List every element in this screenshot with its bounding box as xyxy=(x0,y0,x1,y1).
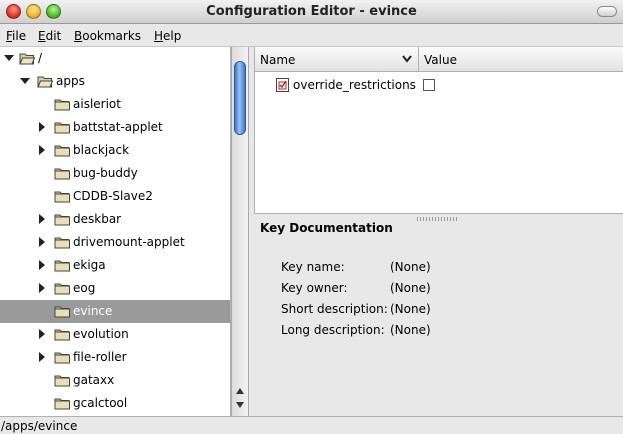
tree-row[interactable]: evince xyxy=(0,300,230,323)
tree-row[interactable]: eog xyxy=(0,277,230,300)
tree-scrollbar[interactable] xyxy=(231,47,249,416)
tree-label: blackjack xyxy=(73,143,130,157)
expanded-arrow-icon[interactable] xyxy=(4,53,14,63)
tree-row[interactable]: drivemount-applet xyxy=(0,231,230,254)
collapsed-arrow-icon[interactable] xyxy=(37,283,47,293)
tree-label: evince xyxy=(73,304,113,318)
column-header-name[interactable]: Name xyxy=(255,47,419,72)
key-name-label: override_restrictions xyxy=(293,78,416,92)
status-bar: /apps/evince xyxy=(0,416,623,434)
key-tree[interactable]: / apps aisleriot battstat-applet blackjack… xyxy=(0,47,231,416)
doc-key-owner-value: (None) xyxy=(390,281,431,295)
tree-label: aisleriot xyxy=(73,97,121,111)
folder-icon xyxy=(54,121,70,134)
doc-key-name-label: Key name: xyxy=(281,260,345,274)
tree-label: / xyxy=(38,51,43,65)
tree-label: eog xyxy=(73,281,96,295)
tree-row[interactable]: ekiga xyxy=(0,254,230,277)
key-documentation-heading: Key Documentation xyxy=(260,221,393,235)
tree-row-root[interactable]: / xyxy=(0,47,230,70)
menu-help[interactable]: Help xyxy=(154,29,181,43)
doc-key-name-value: (None) xyxy=(390,260,431,274)
open-folder-icon xyxy=(37,75,54,88)
tree-label: gataxx xyxy=(73,373,115,387)
collapsed-arrow-icon[interactable] xyxy=(37,329,47,339)
list-row[interactable]: override_restrictions xyxy=(255,74,623,96)
key-boolean-icon xyxy=(276,78,289,92)
collapsed-arrow-icon[interactable] xyxy=(37,352,47,362)
doc-short-description-label: Short description: xyxy=(281,302,388,316)
collapsed-arrow-icon[interactable] xyxy=(37,214,47,224)
doc-long-description-label: Long description: xyxy=(281,323,385,337)
tree-row[interactable]: blackjack xyxy=(0,139,230,162)
menu-bookmarks[interactable]: Bookmarks xyxy=(74,29,141,43)
tree-label: gcalctool xyxy=(73,396,128,410)
expanded-arrow-icon[interactable] xyxy=(20,76,30,86)
menu-edit[interactable]: Edit xyxy=(38,29,61,43)
tree-label: deskbar xyxy=(73,212,122,226)
folder-icon xyxy=(54,397,70,410)
scroll-down-arrow-icon[interactable] xyxy=(235,400,245,410)
menu-bar: File Edit Bookmarks Help xyxy=(0,25,623,47)
collapsed-arrow-icon[interactable] xyxy=(37,145,47,155)
scrollbar-thumb[interactable] xyxy=(234,61,246,135)
tree-label: bug-buddy xyxy=(73,166,138,180)
tree-label: apps xyxy=(56,74,85,88)
tree-row[interactable]: bug-buddy xyxy=(0,162,230,185)
menu-file[interactable]: File xyxy=(6,29,26,43)
tree-label: ekiga xyxy=(73,258,106,272)
tree-row[interactable]: file-roller xyxy=(0,346,230,369)
tree-row-apps[interactable]: apps xyxy=(0,70,230,93)
open-folder-icon xyxy=(19,52,36,65)
folder-icon xyxy=(54,328,70,341)
tree-label: file-roller xyxy=(73,350,127,364)
tree-label: drivemount-applet xyxy=(73,235,185,249)
tree-row[interactable]: gcalctool xyxy=(0,392,230,415)
folder-icon xyxy=(54,259,70,272)
collapsed-arrow-icon[interactable] xyxy=(37,260,47,270)
scroll-up-arrow-icon[interactable] xyxy=(235,386,245,396)
tree-row[interactable]: deskbar xyxy=(0,208,230,231)
tree-label: battstat-applet xyxy=(73,120,163,134)
folder-icon xyxy=(54,351,70,364)
tree-row[interactable]: CDDB-Slave2 xyxy=(0,185,230,208)
folder-icon xyxy=(54,144,70,157)
folder-icon xyxy=(54,98,70,111)
tree-row[interactable]: evolution xyxy=(0,323,230,346)
toolbar-toggle-button[interactable] xyxy=(597,6,617,17)
title-bar[interactable]: Configuration Editor - evince xyxy=(0,0,623,24)
folder-icon xyxy=(54,282,70,295)
tree-label: evolution xyxy=(73,327,129,341)
configuration-editor-window: Configuration Editor - evince File Edit … xyxy=(0,0,623,434)
tree-row[interactable]: gataxx xyxy=(0,369,230,392)
folder-icon xyxy=(54,236,70,249)
collapsed-arrow-icon[interactable] xyxy=(37,237,47,247)
tree-row[interactable]: battstat-applet xyxy=(0,116,230,139)
doc-long-description-value: (None) xyxy=(390,323,431,337)
folder-icon xyxy=(54,305,70,318)
key-list[interactable]: Name Value override_restrictions xyxy=(254,47,623,214)
column-header-value[interactable]: Value xyxy=(419,47,623,72)
sort-arrow-icon xyxy=(402,55,412,63)
folder-icon xyxy=(54,213,70,226)
tree-row[interactable]: aisleriot xyxy=(0,93,230,116)
pane-resize-grip[interactable] xyxy=(417,217,457,221)
window-title: Configuration Editor - evince xyxy=(206,4,417,19)
tree-label: CDDB-Slave2 xyxy=(73,189,153,203)
folder-icon xyxy=(54,374,70,387)
folder-icon xyxy=(54,190,70,203)
value-checkbox[interactable] xyxy=(423,79,435,91)
folder-icon xyxy=(54,167,70,180)
doc-short-description-value: (None) xyxy=(390,302,431,316)
collapsed-arrow-icon[interactable] xyxy=(37,122,47,132)
status-path: /apps/evince xyxy=(1,419,78,433)
doc-key-owner-label: Key owner: xyxy=(281,281,348,295)
